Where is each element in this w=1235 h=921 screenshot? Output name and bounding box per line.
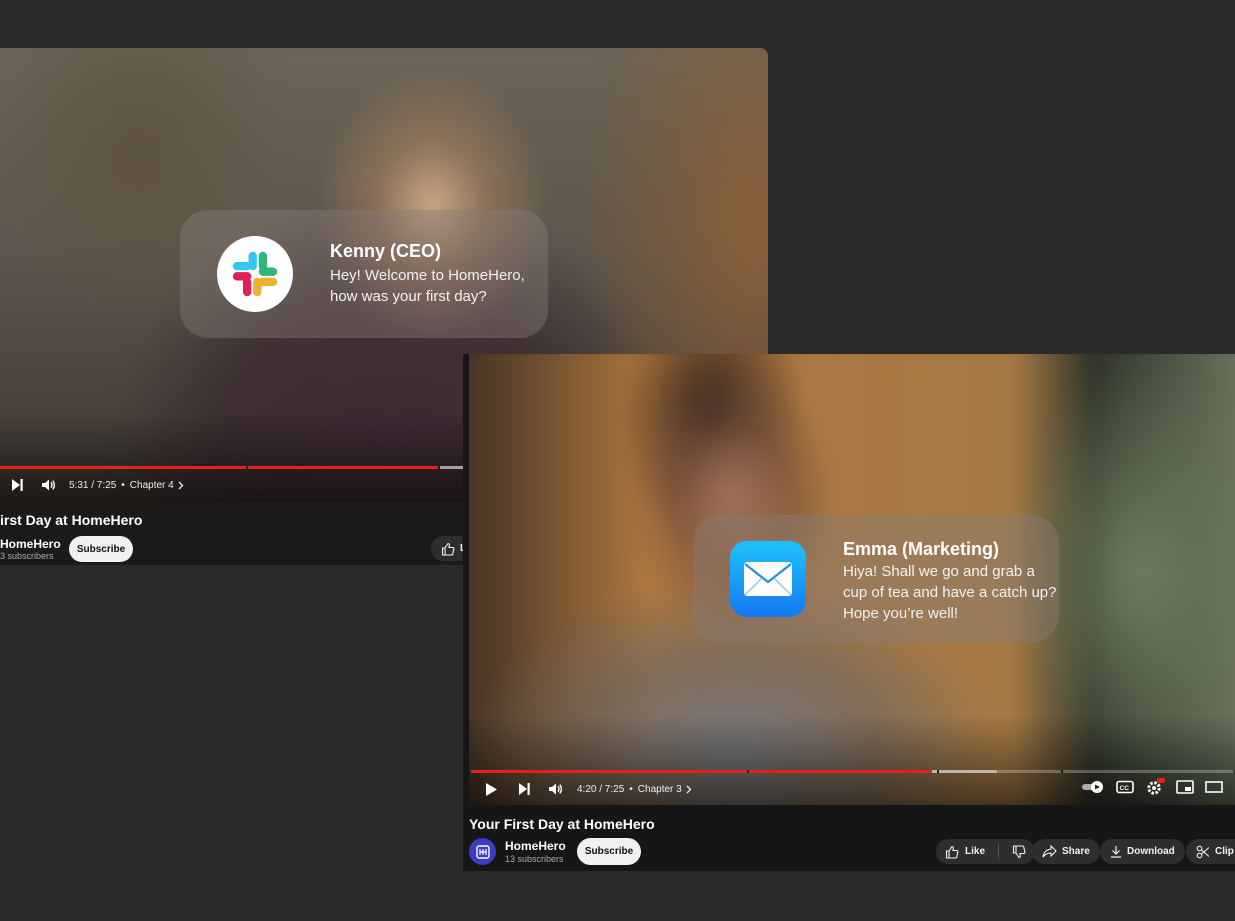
- clip-button[interactable]: Clip: [1186, 839, 1235, 864]
- notification-card: Kenny (CEO) Hey! Welcome to HomeHero, ho…: [180, 210, 548, 338]
- homehero-logo-icon: [475, 844, 490, 859]
- like-button[interactable]: Like: [945, 845, 985, 859]
- subscriber-count: 3 subscribers: [0, 551, 54, 561]
- video-frame[interactable]: Emma (Marketing) Hiya! Shall we go and g…: [469, 354, 1235, 805]
- download-icon: [1111, 846, 1121, 858]
- settings-gear-icon[interactable]: [1145, 778, 1165, 796]
- play-icon[interactable]: [473, 782, 509, 797]
- mail-icon: [730, 541, 806, 617]
- subscriber-count: 13 subscribers: [505, 854, 564, 864]
- share-icon: [1042, 845, 1057, 858]
- notification-card: Emma (Marketing) Hiya! Shall we go and g…: [693, 515, 1059, 643]
- miniplayer-icon[interactable]: [1176, 780, 1194, 794]
- channel-avatar[interactable]: [469, 838, 496, 865]
- chapter-button[interactable]: • Chapter 3: [629, 784, 692, 795]
- video-title: Your First Day at HomeHero: [469, 816, 655, 832]
- thumbs-up-icon: [441, 542, 455, 556]
- next-icon[interactable]: [509, 782, 539, 796]
- thumbs-down-icon: [1012, 844, 1026, 858]
- channel-name[interactable]: HomeHero: [0, 537, 61, 551]
- time-display: 4:20 / 7:25: [577, 783, 625, 795]
- share-button[interactable]: Share: [1032, 839, 1100, 864]
- progress-bar[interactable]: [0, 466, 463, 469]
- chevron-right-icon: [686, 785, 692, 793]
- channel-name[interactable]: HomeHero: [505, 839, 566, 853]
- autoplay-toggle-icon[interactable]: [1081, 780, 1105, 794]
- captions-icon[interactable]: CC: [1116, 780, 1134, 794]
- progress-played: [0, 466, 440, 469]
- dislike-button[interactable]: [1012, 844, 1026, 859]
- theater-mode-icon[interactable]: [1205, 780, 1223, 794]
- volume-icon[interactable]: [539, 782, 573, 796]
- subscribe-button[interactable]: Subscribe: [69, 536, 133, 562]
- subscribe-button[interactable]: Subscribe: [577, 838, 641, 865]
- slack-icon: [217, 236, 293, 312]
- notification-message: Hiya! Shall we go and grab a cup of tea …: [843, 563, 1057, 622]
- volume-icon[interactable]: [34, 478, 64, 492]
- progress-bar[interactable]: [471, 770, 1233, 773]
- scissors-icon: [1196, 845, 1210, 858]
- notification-sender: Emma (Marketing): [843, 539, 1000, 559]
- chevron-right-icon: [178, 481, 184, 489]
- player-controls: 5:31 / 7:25 • Chapter 4: [0, 474, 184, 496]
- player-controls: 4:20 / 7:25 • Chapter 3: [473, 778, 692, 800]
- progress-played: [471, 770, 932, 773]
- video-player-2: Emma (Marketing) Hiya! Shall we go and g…: [463, 354, 1235, 871]
- next-icon[interactable]: [0, 478, 34, 492]
- notification-message: Hey! Welcome to HomeHero, how was your f…: [330, 267, 525, 305]
- chapter-button[interactable]: • Chapter 4: [121, 480, 184, 491]
- thumbs-up-icon: [945, 845, 959, 859]
- right-controls: CC: [1081, 778, 1223, 796]
- svg-text:CC: CC: [1120, 785, 1130, 792]
- video-title: irst Day at HomeHero: [0, 512, 143, 528]
- time-display: 5:31 / 7:25: [69, 479, 117, 491]
- like-dislike-group: Like: [936, 839, 1036, 864]
- download-button[interactable]: Download: [1100, 839, 1185, 864]
- notification-sender: Kenny (CEO): [330, 241, 442, 261]
